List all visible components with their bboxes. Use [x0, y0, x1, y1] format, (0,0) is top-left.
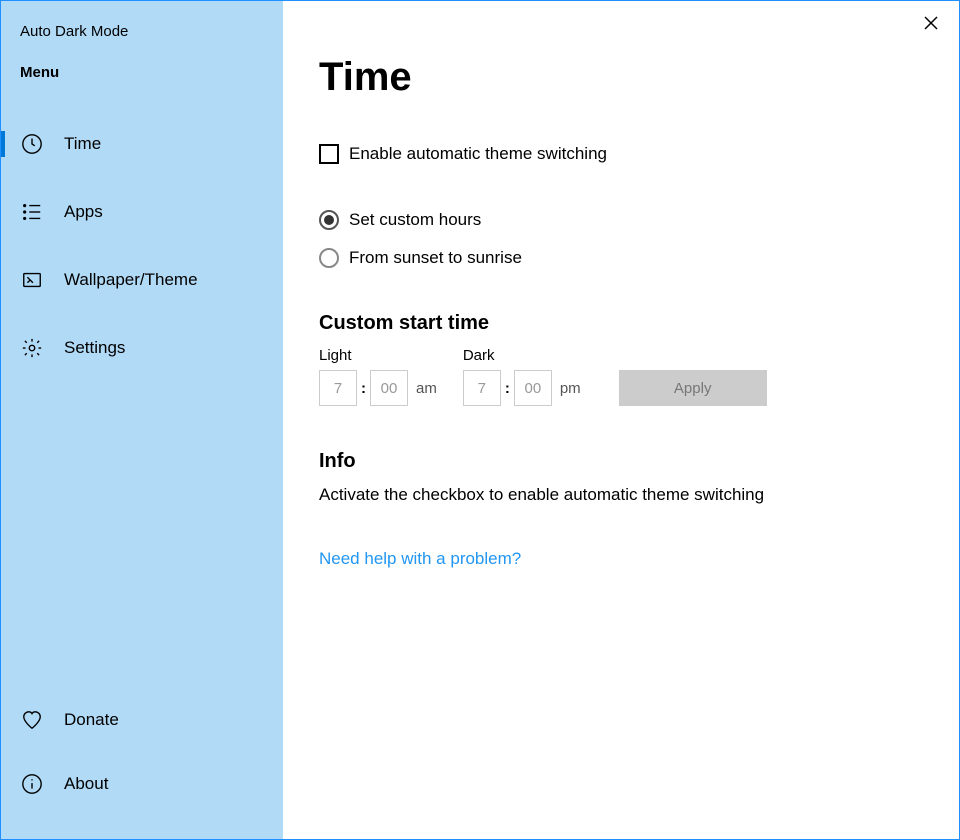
- radio-sunset-sunrise-row: From sunset to sunrise: [319, 248, 923, 268]
- radio-sunset-sunrise-label: From sunset to sunrise: [349, 248, 522, 268]
- sidebar-item-time[interactable]: Time: [1, 121, 283, 167]
- light-period: am: [416, 380, 437, 397]
- time-row: Light : am Dark : pm Apply: [319, 347, 923, 406]
- page-title: Time: [319, 55, 923, 100]
- sidebar-item-settings[interactable]: Settings: [1, 325, 283, 371]
- light-time-inputs: : am: [319, 370, 437, 406]
- dark-time-inputs: : pm: [463, 370, 581, 406]
- sidebar-nav: Time Apps Wallpaper/Theme Settings: [1, 121, 283, 697]
- sidebar-item-label: Settings: [64, 338, 125, 358]
- app-title: Auto Dark Mode: [1, 23, 283, 40]
- menu-title: Menu: [1, 64, 283, 81]
- sidebar-item-label: Time: [64, 134, 101, 154]
- sidebar-item-label: Wallpaper/Theme: [64, 270, 198, 290]
- sidebar-item-apps[interactable]: Apps: [1, 189, 283, 235]
- light-hour-input[interactable]: [319, 370, 357, 406]
- clock-icon: [20, 132, 44, 156]
- light-minute-input[interactable]: [370, 370, 408, 406]
- radio-sunset-sunrise[interactable]: [319, 248, 339, 268]
- info-icon: [20, 772, 44, 796]
- sidebar-item-label: Apps: [64, 202, 103, 222]
- radio-custom-hours-label: Set custom hours: [349, 210, 481, 230]
- sidebar-item-about[interactable]: About: [1, 761, 283, 807]
- sidebar-item-wallpaper[interactable]: Wallpaper/Theme: [1, 257, 283, 303]
- gear-icon: [20, 336, 44, 360]
- radio-custom-hours[interactable]: [319, 210, 339, 230]
- enable-switching-label: Enable automatic theme switching: [349, 144, 607, 164]
- colon-separator: :: [505, 380, 510, 397]
- enable-switching-row: Enable automatic theme switching: [319, 144, 923, 164]
- dark-label: Dark: [463, 347, 581, 364]
- sidebar-item-label: Donate: [64, 710, 119, 730]
- dark-minute-input[interactable]: [514, 370, 552, 406]
- custom-start-title: Custom start time: [319, 312, 923, 335]
- wallpaper-icon: [20, 268, 44, 292]
- radio-custom-hours-row: Set custom hours: [319, 210, 923, 230]
- dark-hour-input[interactable]: [463, 370, 501, 406]
- list-icon: [20, 200, 44, 224]
- heart-icon: [20, 708, 44, 732]
- info-title: Info: [319, 450, 923, 473]
- light-time-group: Light : am: [319, 347, 437, 406]
- info-text: Activate the checkbox to enable automati…: [319, 485, 923, 505]
- dark-period: pm: [560, 380, 581, 397]
- close-button[interactable]: [911, 9, 951, 41]
- colon-separator: :: [361, 380, 366, 397]
- dark-time-group: Dark : pm: [463, 347, 581, 406]
- sidebar-item-label: About: [64, 774, 108, 794]
- close-icon: [924, 16, 938, 35]
- sidebar: Auto Dark Mode Menu Time Apps Wallpaper/…: [1, 1, 283, 839]
- light-label: Light: [319, 347, 437, 364]
- help-link[interactable]: Need help with a problem?: [319, 549, 521, 569]
- main-content: Time Enable automatic theme switching Se…: [283, 1, 959, 839]
- sidebar-footer: Donate About: [1, 697, 283, 839]
- enable-switching-checkbox[interactable]: [319, 144, 339, 164]
- sidebar-item-donate[interactable]: Donate: [1, 697, 283, 743]
- app-window: Auto Dark Mode Menu Time Apps Wallpaper/…: [0, 0, 960, 840]
- apply-button[interactable]: Apply: [619, 370, 767, 406]
